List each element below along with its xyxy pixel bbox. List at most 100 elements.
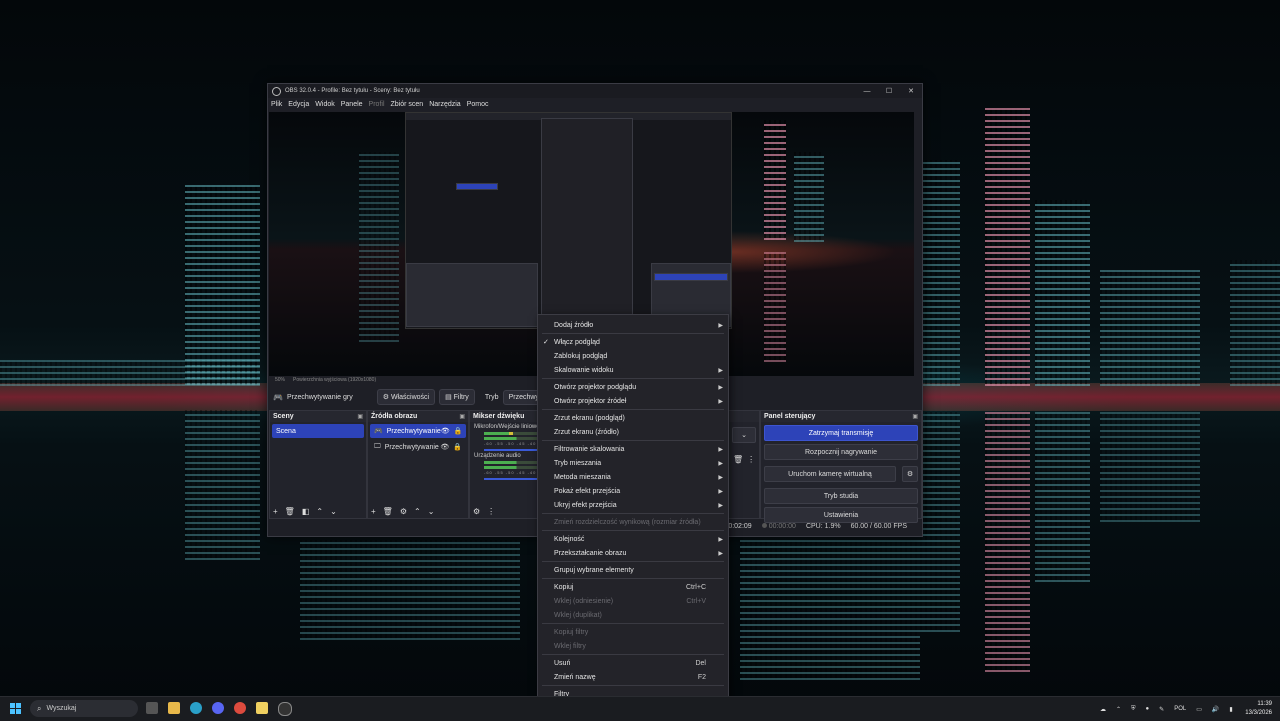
menu-edycja[interactable]: Edycja — [288, 101, 309, 108]
notes-icon[interactable] — [256, 702, 268, 714]
mixer-footer: ⚙ ⋮ — [473, 507, 495, 516]
context-menu-item[interactable]: Kolejność ▶ — [538, 532, 728, 546]
weather-icon[interactable]: ☁ — [1100, 706, 1106, 713]
eye-icon[interactable]: 👁 — [440, 443, 449, 451]
preview-building — [359, 152, 399, 342]
discord-icon[interactable] — [212, 702, 224, 714]
submenu-arrow-icon: ▶ — [718, 398, 723, 405]
context-menu-item[interactable]: Otwórz projektor źródeł ▶ — [538, 394, 728, 408]
chevron-up-icon[interactable]: ⌃ — [316, 507, 323, 516]
system-tray: ☁ ⌃ ⛨ ● ✎ POL ▭ 🔊 ▮ — [1100, 697, 1233, 721]
menu-profil[interactable]: Profil — [369, 101, 385, 108]
lock-icon[interactable]: 🔒 — [454, 427, 463, 435]
menu-narzedzia[interactable]: Narzędzia — [429, 101, 461, 108]
context-menu-item[interactable]: Zrzut ekranu (podgląd) — [538, 411, 728, 425]
file-explorer-icon[interactable] — [168, 702, 180, 714]
trash-icon[interactable]: 🗑 — [285, 507, 295, 516]
search-placeholder: Wyszukaj — [46, 705, 77, 712]
dock-menu-icon[interactable]: ▣ — [912, 413, 918, 420]
gear-icon[interactable]: ⚙ — [473, 507, 480, 516]
context-menu-item[interactable]: Pokaż efekt przejścia ▶ — [538, 484, 728, 498]
dock-menu-icon[interactable]: ▣ — [357, 413, 363, 420]
context-menu-item: Kopiuj filtry — [538, 625, 728, 639]
context-menu-item[interactable]: ✓ Włącz podgląd — [538, 335, 728, 349]
menu-separator — [542, 530, 724, 531]
context-menu-item[interactable]: Dodaj źródło ▶ — [538, 318, 728, 332]
volume-icon[interactable]: 🔊 — [1212, 706, 1219, 713]
filters-button[interactable]: ▤ Filtry — [439, 389, 475, 405]
add-icon[interactable]: + — [371, 507, 376, 516]
context-menu-item[interactable]: Zrzut ekranu (źródło) — [538, 425, 728, 439]
transition-select[interactable]: ⌄ — [732, 427, 756, 443]
network-icon[interactable]: ▭ — [1196, 706, 1202, 713]
studio-mode-button[interactable]: Tryb studia — [764, 488, 918, 504]
context-menu-item[interactable]: Zablokuj podgląd — [538, 349, 728, 363]
chevron-down-icon[interactable]: ⌄ — [330, 507, 337, 516]
scene-item[interactable]: Scena — [272, 424, 364, 438]
gear-icon[interactable]: ⚙ — [902, 466, 918, 482]
menu-bar: Plik Edycja Widok Panele Profil Zbiór sc… — [268, 98, 922, 111]
title-bar: OBS 32.0.4 - Profile: Bez tytułu - Sceny… — [268, 84, 922, 98]
chevron-up-icon[interactable]: ⌃ — [414, 507, 421, 516]
building-reflection — [1100, 412, 1200, 522]
properties-button[interactable]: ⚙ Właściwości — [376, 389, 436, 405]
dock-menu-icon[interactable]: ▣ — [459, 413, 465, 420]
maximize-button[interactable]: ☐ — [878, 87, 900, 95]
source-item[interactable]: 🎮 Przechwytywanie 👁 🔒 — [370, 424, 466, 438]
context-menu-item[interactable]: Metoda mieszania ▶ — [538, 470, 728, 484]
task-view-icon[interactable] — [146, 702, 158, 714]
context-menu-label: Otwórz projektor źródeł — [554, 397, 627, 405]
volume-slider[interactable] — [484, 478, 544, 480]
menu-plik[interactable]: Plik — [271, 101, 282, 108]
source-item[interactable]: 🖵 Przechwytywanie 👁 🔒 — [370, 440, 466, 454]
context-menu-item[interactable]: Zmień nazwę F2 — [538, 670, 728, 684]
nested-panel — [406, 263, 538, 327]
menu-pomoc[interactable]: Pomoc — [467, 101, 489, 108]
windows-start-icon[interactable] — [10, 703, 22, 715]
trash-icon[interactable]: 🗑 — [383, 507, 393, 516]
taskbar-clock[interactable]: 11:39 13/3/2026 — [1245, 700, 1272, 718]
more-icon[interactable]: ⋮ — [747, 455, 755, 464]
context-menu-item[interactable]: Grupuj wybrane elementy — [538, 563, 728, 577]
volume-slider[interactable] — [484, 449, 544, 451]
stop-stream-button[interactable]: Zatrzymaj transmisję — [764, 425, 918, 441]
context-menu-item[interactable]: Otwórz projektor podglądu ▶ — [538, 380, 728, 394]
context-menu-item[interactable]: Usuń Del — [538, 656, 728, 670]
minimize-button[interactable]: — — [856, 88, 878, 95]
eye-icon[interactable]: 👁 — [441, 427, 450, 435]
menu-widok[interactable]: Widok — [315, 101, 334, 108]
pen-icon[interactable]: ✎ — [1159, 706, 1164, 713]
context-menu-item[interactable]: Ukryj efekt przejścia ▶ — [538, 498, 728, 512]
context-menu-item[interactable]: Tryb mieszania ▶ — [538, 456, 728, 470]
language-indicator[interactable]: POL — [1174, 706, 1186, 712]
menu-zbior-scen[interactable]: Zbiór scen — [391, 101, 424, 108]
add-icon[interactable]: + — [273, 507, 278, 516]
submenu-arrow-icon: ▶ — [718, 550, 723, 557]
trash-icon[interactable]: 🗑 — [733, 455, 743, 464]
filter-icon[interactable]: ◧ — [302, 507, 310, 516]
chevron-down-icon[interactable]: ⌄ — [428, 507, 435, 516]
context-menu-item[interactable]: Skalowanie widoku ▶ — [538, 363, 728, 377]
zoom-level[interactable]: 50% — [275, 377, 285, 383]
context-menu-item[interactable]: Filtrowanie skalowania ▶ — [538, 442, 728, 456]
close-button[interactable]: ✕ — [900, 87, 922, 95]
nested-context-menu — [541, 118, 633, 325]
virtual-camera-button[interactable]: Uruchom kamerę wirtualną — [764, 466, 896, 482]
chevron-up-icon[interactable]: ⌃ — [1116, 706, 1121, 713]
obs-taskbar-icon[interactable] — [278, 702, 292, 716]
battery-icon[interactable]: ▮ — [1229, 706, 1232, 713]
lock-icon[interactable]: 🔒 — [453, 443, 462, 451]
context-menu-item[interactable]: Przekształcanie obrazu ▶ — [538, 546, 728, 560]
source-item-label: Przechwytywanie — [384, 443, 439, 451]
security-icon[interactable]: ⛨ — [1131, 706, 1136, 713]
more-icon[interactable]: ⋮ — [487, 507, 495, 516]
menu-panele[interactable]: Panele — [341, 101, 363, 108]
edge-icon[interactable] — [190, 702, 202, 714]
start-recording-button[interactable]: Rozpocznij nagrywanie — [764, 444, 918, 460]
gear-icon[interactable]: ⚙ — [400, 507, 407, 516]
context-menu-item[interactable]: Kopiuj Ctrl+C — [538, 580, 728, 594]
app-tray-icon[interactable]: ● — [1146, 706, 1150, 712]
chrome-icon[interactable] — [234, 702, 246, 714]
taskbar-search[interactable]: ⌕ Wyszukaj — [30, 700, 138, 717]
context-menu-label: Włącz podgląd — [554, 338, 600, 346]
